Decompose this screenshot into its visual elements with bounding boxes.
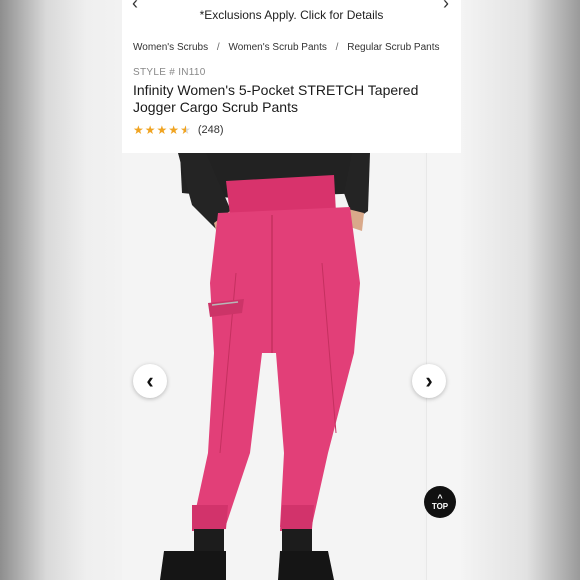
star-icon: ★ [144,123,156,137]
star-rating: ★ ★ ★ ★ ★ [133,124,192,136]
product-photo-jogger-pants [160,153,370,580]
breadcrumb-separator: / [335,42,339,53]
gallery-next-button[interactable]: › [412,364,446,398]
chevron-right-icon: › [425,368,433,393]
product-image[interactable] [122,153,424,580]
breadcrumb-item-womens-scrubs[interactable]: Women's Scrubs [133,42,208,53]
promo-prev-icon[interactable]: ‹ [132,0,138,12]
back-to-top-label: TOP [431,501,449,511]
promo-next-icon[interactable]: › [443,0,449,12]
product-image-gallery: ‹ › ^ TOP [122,153,461,580]
half-star-icon: ★ [180,123,191,137]
gallery-prev-button[interactable]: ‹ [133,364,167,398]
product-title: Infinity Women's 5-Pocket STRETCH Tapere… [133,82,419,115]
star-icon: ★ [156,123,168,137]
style-code: STYLE # IN110 [133,67,206,78]
chevron-left-icon: ‹ [146,368,154,393]
breadcrumb-item-regular-scrub-pants[interactable]: Regular Scrub Pants [347,42,439,53]
chevron-up-icon: ^ [437,492,443,503]
breadcrumb: Women's Scrubs / Women's Scrub Pants / R… [133,42,440,53]
breadcrumb-separator: / [216,42,220,53]
background-blur-right [461,0,580,580]
breadcrumb-item-womens-scrub-pants[interactable]: Women's Scrub Pants [228,42,326,53]
back-to-top-button[interactable]: ^ TOP [424,486,456,518]
star-icon: ★ [168,123,180,137]
star-icon: ★ [133,123,144,137]
promo-text[interactable]: *Exclusions Apply. Click for Details [200,8,384,22]
product-page: ‹ *Exclusions Apply. Click for Details ›… [122,0,461,580]
promo-banner[interactable]: ‹ *Exclusions Apply. Click for Details › [122,0,461,30]
review-count[interactable]: (248) [198,124,224,136]
product-rating[interactable]: ★ ★ ★ ★ ★ (248) [133,124,224,136]
